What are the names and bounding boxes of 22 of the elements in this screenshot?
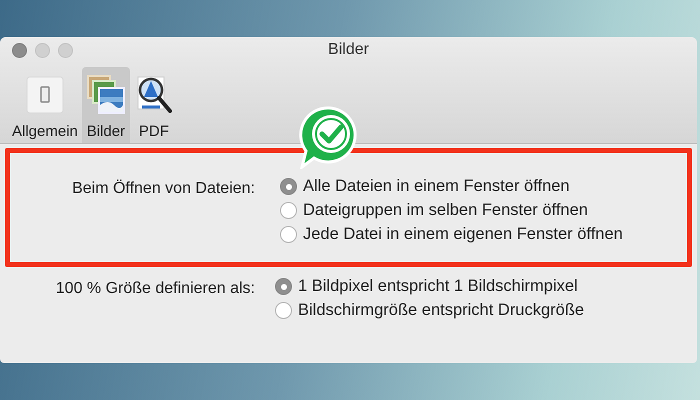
toolbar-tab[interactable]: PDF (130, 67, 178, 143)
switch-icon (24, 75, 65, 115)
radio-option[interactable]: 1 Bildpixel entspricht 1 Bildschirmpixel (275, 277, 692, 296)
radio-button[interactable] (280, 178, 297, 195)
radio-option[interactable]: Alle Dateien in einem Fenster öffnen (280, 177, 687, 196)
radio-option[interactable]: Bildschirmgröße entspricht Druckgröße (275, 301, 692, 320)
radio-option[interactable]: Jede Datei in einem eigenen Fenster öffnen (280, 225, 687, 244)
group-label: 100 % Größe definieren als: (54, 279, 255, 299)
radio-button[interactable] (280, 202, 297, 219)
zoom-button[interactable] (58, 42, 73, 58)
window-title: Bilder (328, 41, 369, 58)
radio-button[interactable] (280, 226, 297, 243)
close-button[interactable] (12, 42, 27, 58)
toolbar-tab[interactable]: Bilder (82, 67, 130, 143)
photos-icon (86, 75, 126, 115)
minimize-button[interactable] (35, 42, 50, 58)
group-label: Beim Öffnen von Dateien: (71, 178, 255, 199)
checkmark-badge-icon (299, 106, 357, 168)
radio-button[interactable] (275, 278, 292, 295)
radio-button[interactable] (275, 302, 292, 319)
radio-option[interactable]: Dateigruppen im selben Fenster öffnen (280, 201, 687, 220)
toolbar-tab[interactable]: Allgemein (8, 67, 82, 143)
